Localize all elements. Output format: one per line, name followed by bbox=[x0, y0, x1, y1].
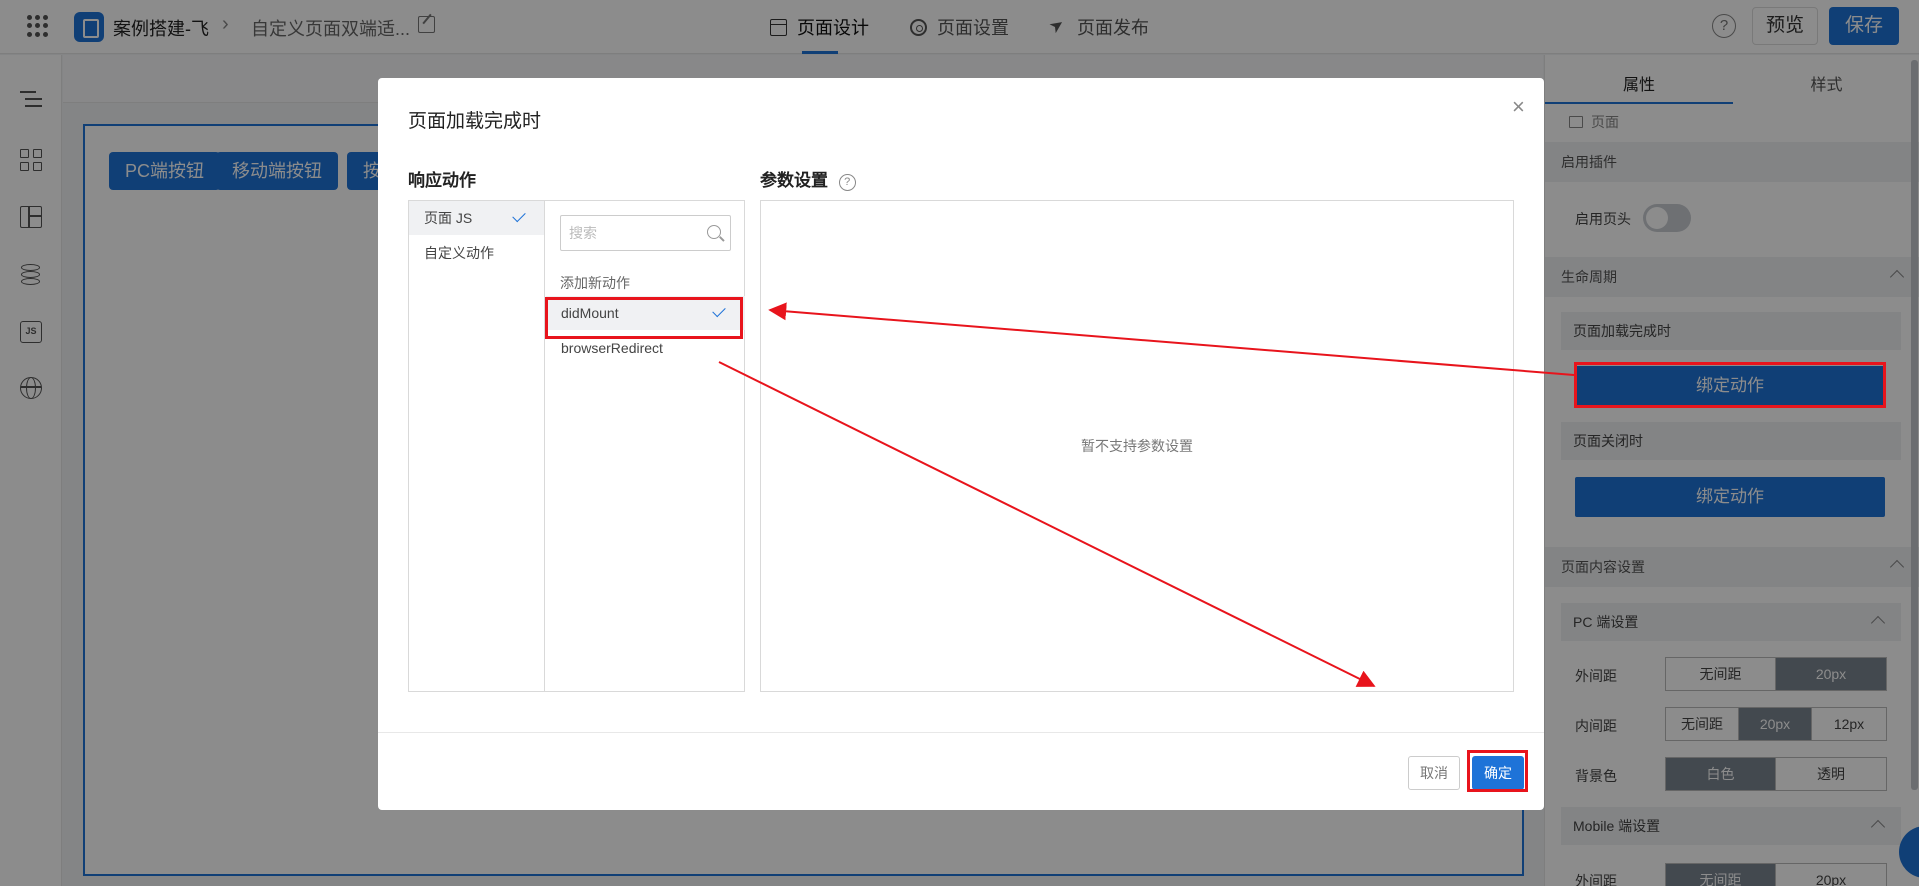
bind-action-dialog: 页面加载完成时 × 响应动作 参数设置 ? 页面 JS 自定义动作 添加新动作 … bbox=[378, 78, 1544, 810]
category-page-js[interactable]: 页面 JS bbox=[409, 201, 544, 235]
search-input[interactable] bbox=[561, 216, 691, 250]
dialog-title: 页面加载完成时 bbox=[408, 111, 542, 132]
search-icon[interactable] bbox=[707, 225, 721, 239]
action-item-didmount[interactable]: didMount bbox=[546, 296, 745, 330]
action-label: didMount bbox=[561, 305, 619, 321]
param-settings-label: 参数设置 bbox=[760, 171, 828, 190]
check-icon bbox=[712, 303, 726, 318]
cancel-button[interactable]: 取消 bbox=[1408, 756, 1460, 790]
check-icon bbox=[512, 208, 526, 223]
action-search[interactable] bbox=[560, 215, 731, 251]
confirm-button[interactable]: 确定 bbox=[1472, 756, 1524, 790]
help-icon[interactable]: ? bbox=[838, 174, 856, 191]
close-icon[interactable]: × bbox=[1512, 94, 1525, 120]
add-new-action-link[interactable]: 添加新动作 bbox=[560, 273, 630, 293]
action-category-list: 页面 JS 自定义动作 bbox=[409, 201, 545, 691]
action-item-browserredirect[interactable]: browserRedirect bbox=[546, 331, 745, 365]
response-action-header: 响应动作 bbox=[408, 171, 476, 190]
action-selector: 页面 JS 自定义动作 添加新动作 didMount browserRedire… bbox=[408, 200, 745, 692]
param-settings-header: 参数设置 ? bbox=[760, 166, 856, 191]
dialog-footer-divider bbox=[378, 732, 1544, 733]
param-settings-box: 暂不支持参数设置 bbox=[760, 200, 1514, 692]
param-empty-text: 暂不支持参数设置 bbox=[1081, 438, 1193, 454]
category-custom-action[interactable]: 自定义动作 bbox=[409, 236, 544, 270]
category-label: 页面 JS bbox=[424, 210, 473, 226]
